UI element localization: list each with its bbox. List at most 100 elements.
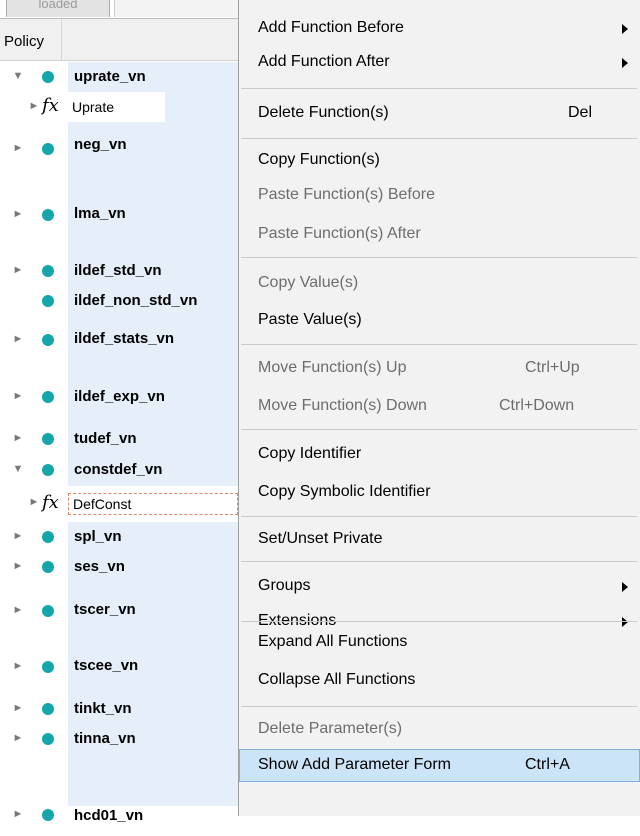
tree-row-hcd01-vn[interactable]: ► hcd01_vn xyxy=(0,806,250,836)
chevron-right-icon[interactable]: ► xyxy=(12,560,24,572)
chevron-right-icon[interactable]: ► xyxy=(12,333,24,345)
column-header-policy[interactable]: Policy xyxy=(0,19,250,61)
menu-item-label: Paste Function(s) After xyxy=(258,225,421,242)
menu-item-label: Set/Unset Private xyxy=(258,530,383,547)
tree-item-label: tscee_vn xyxy=(68,638,250,694)
tree-row-tinna-vn[interactable]: ► tinna_vn xyxy=(0,724,250,808)
menu-item-label: Paste Value(s) xyxy=(258,311,362,328)
tab-loaded[interactable]: loaded xyxy=(6,0,110,17)
function-node-icon xyxy=(42,71,54,83)
function-label-selected[interactable]: DefConst xyxy=(68,493,238,515)
menu-item-label: Copy Value(s) xyxy=(258,274,359,291)
function-node-icon xyxy=(42,605,54,617)
menu-item-label: Add Function After xyxy=(258,53,390,70)
menu-separator xyxy=(241,621,637,622)
tree-row-ildef-non-std-vn[interactable]: ildef_non_std_vn xyxy=(0,286,250,316)
tree-row-ildef-std-vn[interactable]: ► ildef_std_vn xyxy=(0,256,250,286)
menu-item-copy-symbolic-identifier[interactable]: Copy Symbolic Identifier xyxy=(239,476,640,510)
function-node-icon xyxy=(42,464,54,476)
tree-item-label: ildef_exp_vn xyxy=(68,368,250,424)
tree-row-constdef-vn[interactable]: ▼ constdef_vn xyxy=(0,454,250,486)
tree-item-label: tinkt_vn xyxy=(68,694,250,724)
menu-item-copy-functions[interactable]: Copy Function(s) xyxy=(239,144,640,178)
chevron-right-icon[interactable]: ► xyxy=(12,264,24,276)
tree-row-ildef-exp-vn[interactable]: ► ildef_exp_vn xyxy=(0,368,250,424)
tree-row-tscee-vn[interactable]: ► tscee_vn xyxy=(0,638,250,694)
chevron-right-icon[interactable]: ► xyxy=(12,604,24,616)
chevron-right-icon[interactable]: ► xyxy=(28,100,40,112)
tree-item-label: constdef_vn xyxy=(68,454,250,486)
tree-item-label: spl_vn xyxy=(68,522,250,552)
function-node-icon xyxy=(42,209,54,221)
function-node-icon xyxy=(42,733,54,745)
tab-secondary[interactable] xyxy=(114,0,246,17)
tree-item-label: tinna_vn xyxy=(68,724,250,808)
context-menu: Add Function Before Add Function After D… xyxy=(238,0,640,816)
chevron-right-icon[interactable]: ► xyxy=(12,702,24,714)
menu-item-set-unset-private[interactable]: Set/Unset Private xyxy=(239,523,640,557)
function-node-icon xyxy=(42,334,54,346)
menu-item-delete-parameters[interactable]: Delete Parameter(s) xyxy=(239,713,640,747)
chevron-right-icon[interactable]: ► xyxy=(12,732,24,744)
menu-item-label: Add Function Before xyxy=(258,19,404,36)
tree-row-tudef-vn[interactable]: ► tudef_vn xyxy=(0,424,250,454)
tree-subrow-defconst[interactable]: ► fx DefConst xyxy=(0,486,250,522)
fx-icon: fx xyxy=(42,95,59,116)
chevron-right-icon[interactable]: ► xyxy=(12,390,24,402)
menu-item-paste-functions-before[interactable]: Paste Function(s) Before xyxy=(239,179,640,213)
menu-separator xyxy=(241,88,637,89)
function-node-icon xyxy=(42,295,54,307)
menu-item-move-functions-up[interactable]: Move Function(s) Up Ctrl+Up xyxy=(239,352,640,386)
menu-item-paste-values[interactable]: Paste Value(s) xyxy=(239,304,640,338)
fx-icon: fx xyxy=(42,492,59,513)
menu-item-shortcut: Del xyxy=(568,104,593,121)
tree-item-label: tscer_vn xyxy=(68,582,250,638)
menu-item-label: Show Add Parameter Form xyxy=(258,756,451,773)
menu-item-expand-all-functions[interactable]: Expand All Functions xyxy=(239,626,640,660)
chevron-right-icon[interactable]: ► xyxy=(12,808,24,820)
tree-row-uprate-vn[interactable]: ▼ uprate_vn xyxy=(0,62,250,92)
function-node-icon xyxy=(42,703,54,715)
menu-item-shortcut: Ctrl+Up xyxy=(525,359,580,376)
submenu-arrow-icon xyxy=(622,24,628,34)
tree-item-label: uprate_vn xyxy=(68,62,250,92)
menu-item-delete-functions[interactable]: Delete Function(s) Del xyxy=(239,97,640,131)
menu-item-label: Copy Identifier xyxy=(258,445,362,462)
menu-item-copy-identifier[interactable]: Copy Identifier xyxy=(239,438,640,472)
function-node-icon xyxy=(42,661,54,673)
menu-item-show-add-parameter-form[interactable]: Show Add Parameter Form Ctrl+A xyxy=(239,749,640,782)
menu-item-shortcut: Ctrl+Down xyxy=(499,397,575,414)
submenu-arrow-icon xyxy=(622,58,628,68)
chevron-right-icon[interactable]: ► xyxy=(12,142,24,154)
chevron-right-icon[interactable]: ► xyxy=(12,208,24,220)
menu-item-label: Move Function(s) Up xyxy=(258,359,407,376)
function-label[interactable]: Uprate xyxy=(68,98,118,116)
menu-item-move-functions-down[interactable]: Move Function(s) Down Ctrl+Down xyxy=(239,390,640,424)
tree-row-spl-vn[interactable]: ► spl_vn xyxy=(0,522,250,552)
menu-item-label: Paste Function(s) Before xyxy=(258,186,435,203)
tree-subrow-uprate[interactable]: ► fx Uprate xyxy=(0,92,250,122)
menu-item-add-function-after[interactable]: Add Function After xyxy=(239,46,640,80)
menu-item-paste-functions-after[interactable]: Paste Function(s) After xyxy=(239,218,640,252)
tree-row-lma-vn[interactable]: ► lma_vn xyxy=(0,174,250,256)
chevron-right-icon[interactable]: ► xyxy=(12,432,24,444)
chevron-down-icon[interactable]: ▼ xyxy=(12,463,24,475)
menu-item-add-function-before[interactable]: Add Function Before xyxy=(239,12,640,46)
tree-row-tscer-vn[interactable]: ► tscer_vn xyxy=(0,582,250,638)
chevron-right-icon[interactable]: ► xyxy=(28,496,40,508)
menu-separator xyxy=(241,257,637,258)
tree-row-neg-vn[interactable]: ► neg_vn xyxy=(0,122,250,174)
menu-item-collapse-all-functions[interactable]: Collapse All Functions xyxy=(239,664,640,698)
menu-item-copy-values[interactable]: Copy Value(s) xyxy=(239,267,640,301)
tree-row-ses-vn[interactable]: ► ses_vn xyxy=(0,552,250,582)
chevron-right-icon[interactable]: ► xyxy=(12,530,24,542)
chevron-down-icon[interactable]: ▼ xyxy=(12,70,24,82)
tree-row-ildef-stats-vn[interactable]: ► ildef_stats_vn xyxy=(0,316,250,368)
column-divider[interactable] xyxy=(61,19,62,61)
function-node-icon xyxy=(42,143,54,155)
tree-row-tinkt-vn[interactable]: ► tinkt_vn xyxy=(0,694,250,724)
menu-separator xyxy=(241,429,637,430)
chevron-right-icon[interactable]: ► xyxy=(12,660,24,672)
tree-item-label: ildef_std_vn xyxy=(68,256,250,286)
menu-separator xyxy=(241,561,637,562)
